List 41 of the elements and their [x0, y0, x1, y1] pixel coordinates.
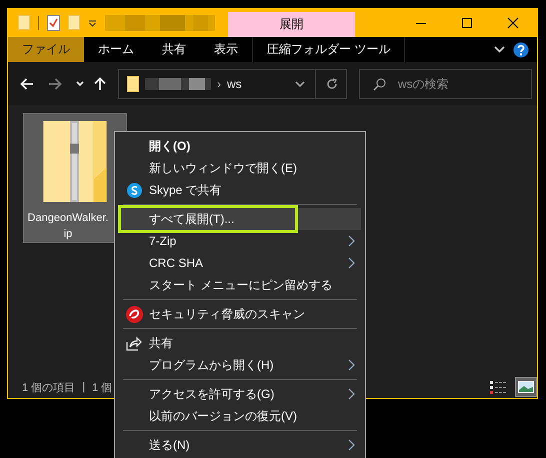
breadcrumb-item[interactable]: ws — [227, 76, 242, 90]
ribbon-tab[interactable]: ホーム — [84, 37, 148, 62]
context-tab-title: 展開 — [228, 12, 355, 37]
menu-item[interactable]: プログラムから開く(H) — [119, 354, 361, 376]
chevron-icon[interactable] — [494, 46, 505, 53]
dropdown-icon[interactable] — [295, 80, 305, 86]
ribbon-tab[interactable]: 表示 — [200, 37, 252, 62]
security-icon — [126, 306, 142, 322]
back-icon[interactable] — [20, 78, 34, 90]
menu-item[interactable]: スタート メニューにピン留めする — [119, 274, 361, 296]
menu-item[interactable]: 共有 — [119, 332, 361, 354]
maximize-icon[interactable] — [461, 16, 473, 28]
dropdown-icon[interactable] — [88, 18, 97, 26]
refresh-icon[interactable] — [326, 78, 338, 90]
large-icons-view-icon[interactable] — [515, 377, 537, 397]
search-field[interactable]: wsの検索 — [359, 68, 532, 98]
menu-item[interactable]: 送る(N) — [119, 434, 361, 456]
zip-folder-icon — [42, 120, 108, 203]
file-name: ip — [64, 227, 72, 242]
skype-icon — [126, 182, 142, 198]
status-divider: | — [82, 381, 86, 393]
breadcrumb-separator: › — [217, 76, 221, 90]
menu-item[interactable]: アクセスを許可する(G) — [119, 383, 361, 405]
ribbon-tab[interactable]: 共有 — [148, 37, 200, 62]
redacted-path — [145, 78, 211, 90]
menu-item[interactable]: CRC SHA — [119, 252, 361, 274]
folder-icon — [127, 76, 139, 92]
address-bar[interactable]: › ws — [118, 68, 347, 98]
close-icon[interactable] — [507, 16, 519, 28]
search-icon — [373, 78, 386, 90]
properties-icon[interactable] — [47, 14, 60, 30]
menu-item[interactable]: すべて展開(T)... — [119, 208, 361, 230]
share-icon — [126, 336, 142, 350]
help-icon[interactable] — [513, 42, 529, 58]
file-name: DangeonWalker. — [28, 211, 108, 226]
ribbon-tab[interactable]: ファイル — [8, 37, 84, 62]
menu-item[interactable]: 以前のバージョンの復元(V) — [119, 405, 361, 427]
selected-count: 1 個 — [92, 380, 112, 394]
menu-item[interactable]: セキュリティ脅威のスキャン — [119, 303, 361, 325]
item-count: 1 個の項目 — [22, 380, 76, 394]
up-arrow-icon[interactable] — [94, 76, 106, 90]
